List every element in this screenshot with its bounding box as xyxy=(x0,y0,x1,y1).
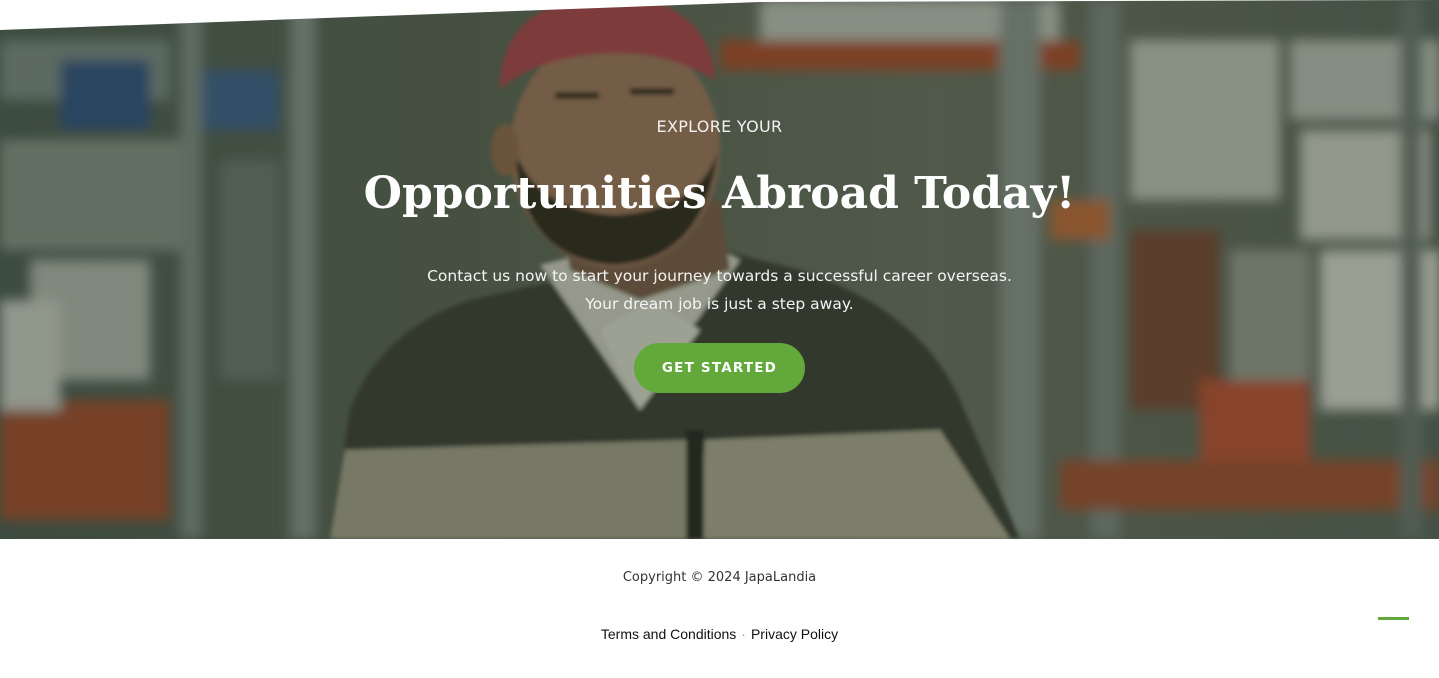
site-footer: Copyright © 2024 JapaLandia Terms and Co… xyxy=(0,539,1439,678)
hero-subtext-line-2: Your dream job is just a step away. xyxy=(585,295,854,313)
hero-subtext: Contact us now to start your journey tow… xyxy=(0,262,1439,318)
hero-subtext-line-1: Contact us now to start your journey tow… xyxy=(427,267,1012,285)
privacy-policy-link[interactable]: Privacy Policy xyxy=(751,626,838,642)
hero-section: EXPLORE YOUR Opportunities Abroad Today!… xyxy=(0,0,1439,539)
hero-headline: Opportunities Abroad Today! xyxy=(363,168,1076,219)
get-started-button[interactable]: GET STARTED xyxy=(634,343,805,393)
scroll-to-top-icon[interactable] xyxy=(1378,617,1409,620)
hero-eyebrow: EXPLORE YOUR xyxy=(656,117,783,136)
terms-link[interactable]: Terms and Conditions xyxy=(601,626,736,642)
hero-content: EXPLORE YOUR Opportunities Abroad Today!… xyxy=(0,0,1439,539)
copyright-text: Copyright © 2024 JapaLandia xyxy=(622,570,817,585)
footer-link-separator: · xyxy=(741,626,746,642)
footer-links: Terms and Conditions · Privacy Policy xyxy=(0,626,1439,642)
